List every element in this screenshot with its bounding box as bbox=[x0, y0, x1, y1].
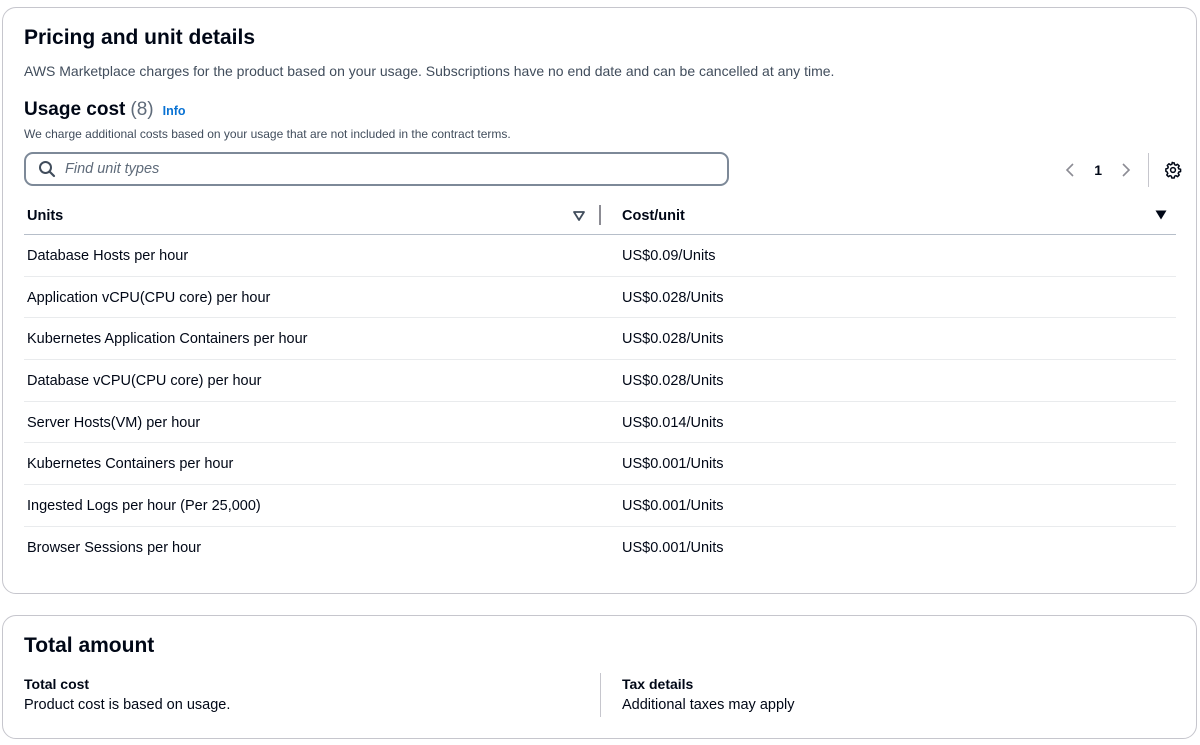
cost-cell: US$0.001/Units bbox=[622, 498, 724, 515]
column-divider[interactable] bbox=[599, 205, 601, 225]
table-row: Ingested Logs per hour (Per 25,000) US$0… bbox=[24, 485, 1176, 527]
total-cost-label: Total cost bbox=[24, 676, 90, 692]
cost-cell: US$0.028/Units bbox=[622, 289, 724, 306]
table-row: Server Hosts(VM) per hour US$0.014/Units bbox=[24, 402, 1176, 444]
cost-cell: US$0.028/Units bbox=[622, 373, 724, 390]
total-cost-value: Product cost is based on usage. bbox=[24, 697, 231, 713]
table-row: Application vCPU(CPU core) per hour US$0… bbox=[24, 277, 1176, 319]
unit-cell: Kubernetes Application Containers per ho… bbox=[27, 331, 308, 348]
column-header-units[interactable]: Units bbox=[27, 208, 63, 224]
unit-cell: Application vCPU(CPU core) per hour bbox=[27, 289, 271, 306]
unit-cell: Kubernetes Containers per hour bbox=[27, 456, 234, 473]
usage-description: We charge additional costs based on your… bbox=[24, 127, 511, 141]
column-header-cost[interactable]: Cost/unit bbox=[622, 208, 685, 224]
sort-triangle-outline-icon[interactable] bbox=[572, 209, 586, 223]
table-header: Units Cost/unit bbox=[24, 197, 1176, 235]
search-field[interactable] bbox=[24, 152, 729, 186]
cost-cell: US$0.09/Units bbox=[622, 248, 716, 264]
usage-header: Usage cost (8) Info bbox=[24, 99, 186, 121]
tax-details-label: Tax details bbox=[622, 676, 694, 692]
chevron-right-icon bbox=[1122, 163, 1131, 177]
chevron-left-icon bbox=[1066, 163, 1074, 177]
pager-divider bbox=[1148, 153, 1149, 187]
cost-cell: US$0.028/Units bbox=[622, 331, 724, 348]
next-page-button[interactable] bbox=[1118, 162, 1134, 178]
usage-cost-table: Units Cost/unit Database Hosts per hour … bbox=[24, 197, 1176, 569]
unit-cell: Ingested Logs per hour (Per 25,000) bbox=[27, 498, 261, 515]
total-title: Total amount bbox=[24, 634, 155, 657]
unit-cell: Server Hosts(VM) per hour bbox=[27, 414, 201, 431]
table-row: Browser Sessions per hour US$0.001/Units bbox=[24, 527, 1176, 569]
table-row: Kubernetes Containers per hour US$0.001/… bbox=[24, 443, 1176, 486]
pricing-title: Pricing and unit details bbox=[24, 26, 256, 49]
table-row: Kubernetes Application Containers per ho… bbox=[24, 318, 1176, 361]
pricing-card: Pricing and unit details AWS Marketplace… bbox=[2, 7, 1197, 594]
pagination: 1 bbox=[1062, 152, 1182, 188]
tax-details-value: Additional taxes may apply bbox=[622, 697, 795, 713]
cost-cell: US$0.014/Units bbox=[622, 414, 724, 431]
cost-cell: US$0.001/Units bbox=[622, 456, 724, 473]
table-row: Database Hosts per hour US$0.09/Units bbox=[24, 235, 1176, 277]
unit-cell: Database vCPU(CPU core) per hour bbox=[27, 373, 262, 390]
total-amount-card: Total amount Total cost Product cost is … bbox=[2, 615, 1197, 739]
search-input[interactable] bbox=[65, 156, 727, 182]
search-icon bbox=[39, 161, 56, 178]
sort-triangle-filled-icon[interactable] bbox=[1154, 208, 1168, 222]
pricing-description: AWS Marketplace charges for the product … bbox=[24, 63, 835, 79]
usage-count: (8) bbox=[130, 99, 154, 120]
table-row: Database vCPU(CPU core) per hour US$0.02… bbox=[24, 360, 1176, 402]
unit-cell: Browser Sessions per hour bbox=[27, 539, 202, 556]
page-number-current[interactable]: 1 bbox=[1094, 162, 1102, 178]
previous-page-button[interactable] bbox=[1062, 162, 1078, 178]
cost-cell: US$0.001/Units bbox=[622, 539, 724, 556]
info-link[interactable]: Info bbox=[163, 104, 186, 118]
table-body: Database Hosts per hour US$0.09/Units Ap… bbox=[24, 235, 1176, 569]
column-divider bbox=[600, 673, 601, 717]
gear-icon[interactable] bbox=[1164, 161, 1182, 179]
usage-title: Usage cost bbox=[24, 99, 126, 120]
unit-cell: Database Hosts per hour bbox=[27, 248, 189, 264]
